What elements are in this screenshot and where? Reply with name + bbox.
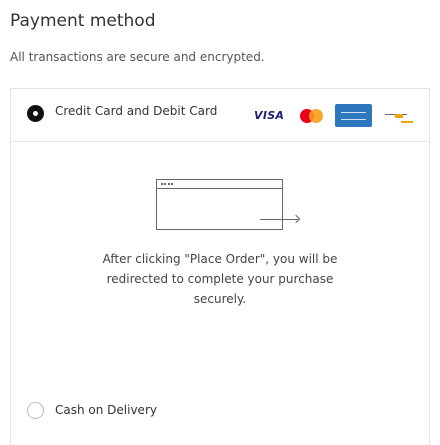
mastercard-icon xyxy=(300,109,324,123)
option-label-credit-card[interactable]: Credit Card and Debit Card xyxy=(55,104,217,118)
arrow-right-icon xyxy=(260,219,298,220)
radio-cash-on-delivery[interactable] xyxy=(27,402,44,419)
redirect-message: After clicking "Place Order", you will b… xyxy=(102,252,338,306)
page-title: Payment method xyxy=(10,11,156,31)
browser-window-icon xyxy=(156,179,283,230)
generic-card-icon xyxy=(379,104,416,127)
amex-icon xyxy=(335,104,372,127)
option-label-cash-on-delivery[interactable]: Cash on Delivery xyxy=(55,403,157,417)
radio-credit-card[interactable] xyxy=(27,105,44,122)
offsite-redirect-icon xyxy=(156,179,298,230)
security-note: All transactions are secure and encrypte… xyxy=(10,50,265,64)
visa-icon: VISA xyxy=(254,109,285,122)
